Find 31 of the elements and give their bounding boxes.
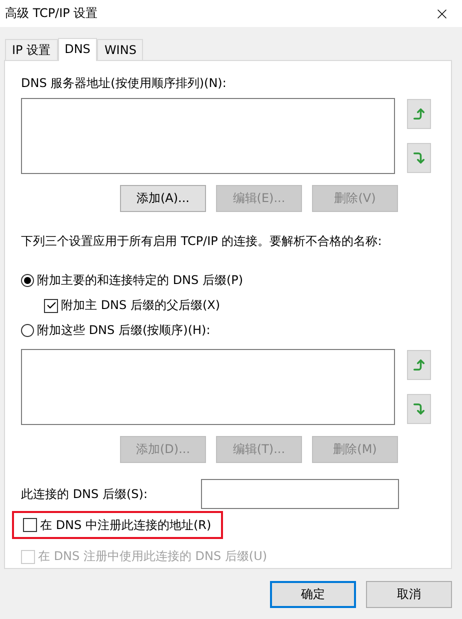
checkbox-label: 在 DNS 注册中使用此连接的 DNS 后缀(U) [38,548,268,565]
checkbox[interactable] [44,298,58,312]
arrow-up-icon [412,358,426,372]
dialog-button[interactable]: 取消 [366,581,452,608]
move-up-button[interactable] [407,99,431,129]
dialog-button[interactable]: 添加(A)... [120,185,206,212]
check-icon [46,300,56,311]
description-text: 下列三个设置应用于所有启用 TCP/IP 的连接。要解析不合格的名称: [21,233,383,250]
checkbox-label: 在 DNS 中注册此连接的地址(R) [40,516,212,534]
suffix-list[interactable] [21,349,395,425]
arrow-down-icon [412,402,426,416]
field-label: 此连接的 DNS 后缀(S): [21,486,148,502]
radio-label: 附加主要的和连接特定的 DNS 后缀(P) [37,272,244,289]
tab[interactable]: WINS [97,39,144,60]
arrow-up-icon [412,107,426,121]
tab[interactable]: DNS [58,38,98,61]
move-down-button[interactable] [407,394,431,424]
radio-label: 附加这些 DNS 后缀(按顺序)(H): [37,322,210,339]
move-down-button[interactable] [407,143,431,173]
radio-button[interactable] [21,324,34,337]
tab[interactable]: IP 设置 [5,39,58,60]
checkbox-label: 附加主 DNS 后缀的父后缀(X) [61,297,220,314]
radio-button[interactable] [21,274,34,287]
window-title: 高级 TCP/IP 设置 [5,5,98,22]
server-list[interactable] [21,98,395,174]
checkbox[interactable] [23,518,37,532]
section-label: DNS 服务器地址(按使用顺序排列)(N): [21,75,228,92]
arrow-down-icon [412,151,426,165]
move-up-button[interactable] [407,350,431,380]
suffix-input[interactable] [201,479,399,509]
dialog-button[interactable]: 确定 [270,581,356,608]
